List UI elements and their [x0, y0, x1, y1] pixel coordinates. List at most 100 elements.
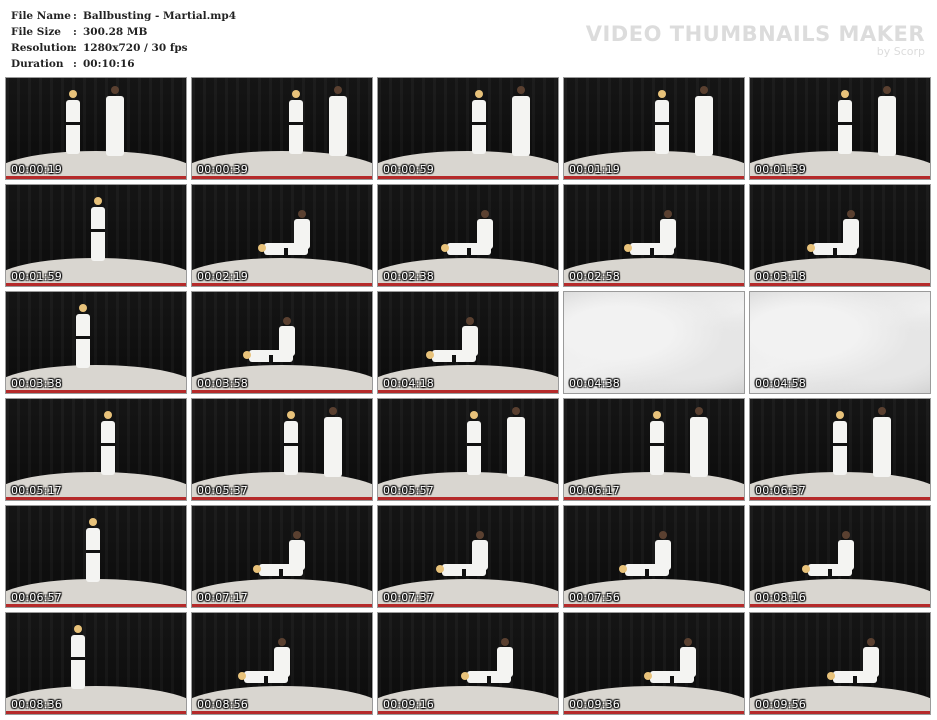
file-size-label: File Size	[11, 26, 61, 38]
figure-head	[695, 407, 703, 415]
video-thumbnail[interactable]: 00:04:18	[377, 291, 559, 394]
figure-person	[655, 540, 671, 570]
watermark-strip	[564, 283, 744, 286]
figure-person	[833, 421, 847, 475]
video-thumbnail[interactable]: 00:09:56	[749, 612, 931, 715]
video-thumbnail[interactable]: 00:06:37	[749, 398, 931, 501]
video-thumbnail[interactable]: 00:01:39	[749, 77, 931, 180]
video-thumbnail[interactable]: 00:01:59	[5, 184, 187, 287]
video-thumbnail[interactable]: 00:01:19	[563, 77, 745, 180]
video-thumbnail[interactable]: 00:05:37	[191, 398, 373, 501]
figure-person	[873, 417, 891, 477]
thumbnail-timestamp: 00:06:37	[755, 484, 807, 497]
watermark-strip	[6, 176, 186, 179]
watermark-strip	[378, 283, 558, 286]
video-thumbnail[interactable]: 00:07:17	[191, 505, 373, 608]
file-name-row: File Name : Ballbusting - Martial.mp4	[11, 8, 236, 24]
figure-head	[104, 411, 112, 419]
separator: :	[73, 26, 77, 38]
figure-person	[695, 96, 713, 156]
thumbnail-timestamp: 00:07:17	[197, 591, 249, 604]
video-thumbnail[interactable]: 00:00:19	[5, 77, 187, 180]
figure-head	[278, 638, 286, 646]
figure-head	[664, 210, 672, 218]
black-belt	[833, 248, 837, 256]
figure-person	[507, 417, 525, 477]
video-thumbnail[interactable]: 00:09:36	[563, 612, 745, 715]
figure-person	[462, 326, 478, 356]
video-thumbnail[interactable]: 00:00:39	[191, 77, 373, 180]
figure-head	[298, 210, 306, 218]
watermark-strip	[564, 604, 744, 607]
figure-head	[293, 531, 301, 539]
figure-head	[653, 411, 661, 419]
figure-head	[436, 565, 444, 573]
video-thumbnail[interactable]: 00:04:38	[563, 291, 745, 394]
thumbnail-timestamp: 00:04:38	[569, 377, 621, 390]
black-belt	[650, 443, 664, 446]
duration-row: Duration : 00:10:16	[11, 56, 236, 72]
watermark-strip	[750, 283, 930, 286]
figure-head	[329, 407, 337, 415]
figure-person	[838, 540, 854, 570]
video-thumbnail[interactable]: 00:05:57	[377, 398, 559, 501]
watermark-strip	[6, 604, 186, 607]
figure-person	[472, 540, 488, 570]
thumbnail-timestamp: 00:00:59	[383, 163, 435, 176]
video-thumbnail[interactable]: 00:09:16	[377, 612, 559, 715]
video-thumbnail[interactable]: 00:02:38	[377, 184, 559, 287]
video-thumbnail[interactable]: 00:03:18	[749, 184, 931, 287]
video-thumbnail[interactable]: 00:02:58	[563, 184, 745, 287]
figure-person	[467, 421, 481, 475]
figure-head	[827, 672, 835, 680]
thumbnail-timestamp: 00:09:56	[755, 698, 807, 711]
black-belt	[655, 122, 669, 125]
thumbnail-grid: 00:00:19 00:00:39 00:00:59 00:01:19 00:01:39…	[5, 77, 935, 717]
black-belt	[279, 569, 283, 577]
file-info-panel: File Name : Ballbusting - Martial.mp4 Fi…	[11, 8, 236, 72]
watermark-strip	[192, 604, 372, 607]
figure-head	[842, 531, 850, 539]
resolution-label: Resolution	[11, 42, 75, 54]
video-thumbnail[interactable]: 00:08:56	[191, 612, 373, 715]
figure-head	[867, 638, 875, 646]
black-belt	[269, 355, 273, 363]
figure-person	[655, 100, 669, 154]
figure-person	[71, 635, 85, 689]
video-thumbnail[interactable]: 00:00:59	[377, 77, 559, 180]
video-thumbnail[interactable]: 00:04:58	[749, 291, 931, 394]
video-thumbnail[interactable]: 00:07:37	[377, 505, 559, 608]
separator: :	[73, 58, 77, 70]
watermark-strip	[192, 497, 372, 500]
video-thumbnail[interactable]: 00:03:38	[5, 291, 187, 394]
figure-head	[517, 86, 525, 94]
video-thumbnail[interactable]: 00:02:19	[191, 184, 373, 287]
video-thumbnail[interactable]: 00:08:16	[749, 505, 931, 608]
figure-head	[111, 86, 119, 94]
video-thumbnail[interactable]: 00:06:17	[563, 398, 745, 501]
figure-person	[512, 96, 530, 156]
video-thumbnail[interactable]: 00:03:58	[191, 291, 373, 394]
watermark-strip	[564, 711, 744, 714]
thumbnail-timestamp: 00:04:18	[383, 377, 435, 390]
figure-head	[470, 411, 478, 419]
video-thumbnail[interactable]: 00:08:36	[5, 612, 187, 715]
figure-person	[101, 421, 115, 475]
figure-person	[497, 647, 513, 677]
figure-person	[91, 207, 105, 261]
figure-head	[258, 244, 266, 252]
video-thumbnail[interactable]: 00:06:57	[5, 505, 187, 608]
video-thumbnail[interactable]: 00:07:56	[563, 505, 745, 608]
brand-title: VIDEO THUMBNAILS MAKER	[585, 22, 925, 46]
thumbnail-timestamp: 00:02:19	[197, 270, 249, 283]
black-belt	[71, 657, 85, 660]
brand-subtitle: by Scorp	[876, 45, 925, 58]
figure-person	[863, 647, 879, 677]
black-belt	[670, 676, 674, 684]
watermark-strip	[378, 711, 558, 714]
thumbnail-timestamp: 00:02:38	[383, 270, 435, 283]
watermark-strip	[6, 497, 186, 500]
figure-head	[89, 518, 97, 526]
video-thumbnail[interactable]: 00:05:17	[5, 398, 187, 501]
black-belt	[91, 229, 105, 232]
